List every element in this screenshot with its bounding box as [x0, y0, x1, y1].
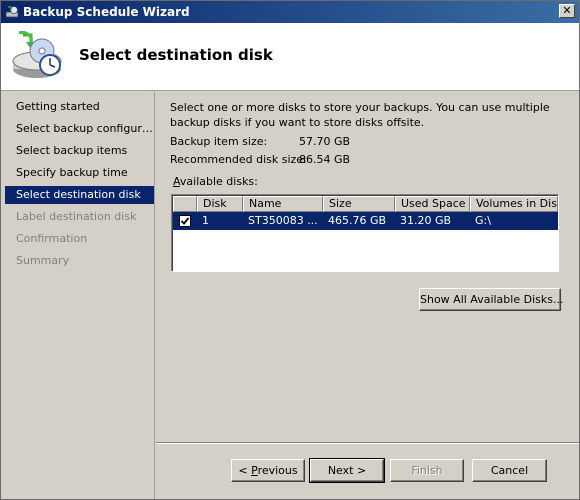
window-title: Backup Schedule Wizard — [23, 5, 190, 19]
nav-item-label-destination-disk: Label destination disk — [16, 210, 137, 223]
available-disks-label: Available disks: — [173, 175, 258, 188]
column-header-volumes-in-disk[interactable]: Volumes in Disk — [470, 196, 558, 212]
instructions-text: Select one or more disks to store your b… — [170, 101, 550, 129]
recommended-disk-size-value: 86.54 GB — [299, 153, 351, 166]
show-all-disks-button[interactable]: Show All Available Disks... — [419, 288, 564, 311]
available-disks-label-rest: vailable disks: — [179, 175, 258, 188]
backup-item-size-label: Backup item size: — [170, 135, 268, 148]
previous-rest: revious — [257, 464, 298, 477]
checkmark-icon — [180, 217, 190, 225]
cell-name: ST350083 ... — [248, 214, 318, 227]
backup-app-icon — [5, 5, 19, 19]
nav-item-specify-backup-time[interactable]: Specify backup time — [5, 164, 154, 182]
wizard-header: Select destination disk — [1, 23, 579, 91]
backup-item-size-value: 57.70 GB — [299, 135, 351, 148]
finish-button: Finish — [390, 459, 464, 482]
available-disks-table[interactable]: Disk Name Size Used Space Volumes in Dis… — [171, 194, 559, 272]
cell-used-space: 31.20 GB — [400, 214, 452, 227]
recommended-disk-size-label: Recommended disk size: — [170, 153, 307, 166]
column-header-checkbox[interactable] — [173, 196, 197, 212]
table-row[interactable]: 1 ST350083 ... 465.76 GB 31.20 GB G:\ — [173, 212, 558, 230]
backup-schedule-icon — [9, 29, 65, 85]
available-disks-accesskey: A — [173, 175, 180, 188]
content-panel: Select one or more disks to store your b… — [156, 92, 579, 442]
close-button[interactable]: ✕ — [559, 4, 575, 18]
cancel-button[interactable]: Cancel — [472, 459, 547, 482]
page-title: Select destination disk — [79, 46, 273, 64]
footer-separator — [156, 442, 579, 444]
wizard-steps-nav: Getting started Select backup configur… … — [1, 92, 155, 499]
column-header-name[interactable]: Name — [243, 196, 323, 212]
column-header-used-space[interactable]: Used Space — [395, 196, 470, 212]
disk-select-checkbox[interactable] — [179, 215, 191, 227]
title-bar[interactable]: Backup Schedule Wizard ✕ — [1, 1, 579, 23]
show-all-disks-label: Show All Available Disks... — [420, 293, 564, 306]
nav-item-select-backup-configuration[interactable]: Select backup configur… — [5, 120, 154, 138]
nav-item-summary: Summary — [16, 254, 70, 267]
table-header: Disk Name Size Used Space Volumes in Dis… — [173, 196, 558, 212]
previous-button[interactable]: < Previous — [231, 459, 305, 482]
column-header-size[interactable]: Size — [323, 196, 395, 212]
wizard-window: Backup Schedule Wizard ✕ Select destinat… — [0, 0, 580, 500]
cell-size: 465.76 GB — [328, 214, 387, 227]
column-header-disk[interactable]: Disk — [197, 196, 243, 212]
nav-item-confirmation: Confirmation — [16, 232, 88, 245]
cell-volumes-in-disk: G:\ — [475, 214, 491, 227]
previous-prefix: < — [238, 464, 252, 477]
nav-item-select-destination-disk[interactable]: Select destination disk — [5, 186, 154, 204]
cell-disk: 1 — [202, 214, 209, 227]
nav-item-select-backup-items[interactable]: Select backup items — [5, 142, 154, 160]
nav-item-getting-started[interactable]: Getting started — [5, 98, 154, 116]
next-button[interactable]: Next > — [309, 458, 385, 483]
